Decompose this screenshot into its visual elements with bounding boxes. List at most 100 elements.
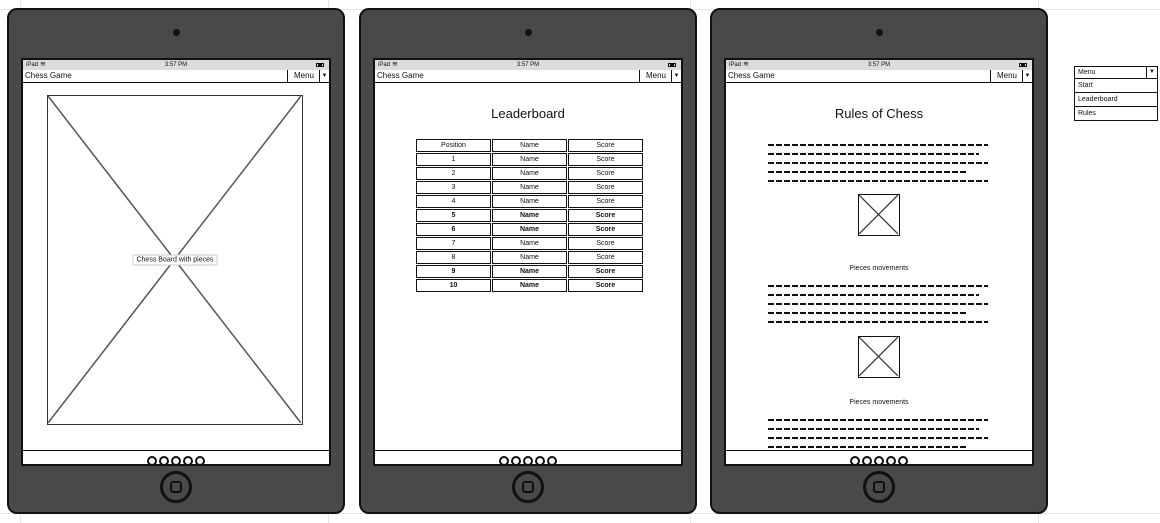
status-time: 3:57 PM	[164, 62, 188, 68]
chess-board-placeholder[interactable]: Chess Board with pieces	[47, 95, 303, 425]
camera-dot	[875, 29, 883, 36]
battery-icon	[668, 63, 676, 67]
placeholder-cross	[859, 337, 898, 376]
position-cell: 9	[416, 265, 491, 278]
table-row: 2 Name Score	[416, 167, 643, 180]
table-row: 3 Name Score	[416, 181, 643, 194]
github-icon[interactable]	[511, 456, 521, 464]
home-button-inner	[522, 481, 534, 493]
position-cell: 1	[416, 153, 491, 166]
status-bar: iPad ≋ 3:57 PM	[375, 60, 681, 70]
github-icon[interactable]	[523, 456, 533, 464]
github-icon[interactable]	[874, 456, 884, 464]
menu-item-leaderboard[interactable]: Leaderboard	[1075, 92, 1157, 106]
dropdown-header[interactable]: Menu ▼	[1074, 66, 1158, 79]
battery-icon	[1019, 63, 1027, 67]
github-icon[interactable]	[147, 456, 157, 464]
app-bar: Chess Game Menu ▼	[726, 70, 1032, 83]
battery-icon	[316, 63, 324, 67]
app-title: Chess Game	[377, 71, 424, 80]
home-button[interactable]	[512, 471, 544, 503]
github-icon[interactable]	[195, 456, 205, 464]
app-bar: Chess Game Menu ▼	[375, 70, 681, 83]
table-row: 1 Name Score	[416, 153, 643, 166]
dropdown-list: Start Leaderboard Rules	[1074, 79, 1158, 121]
name-cell: Name	[492, 153, 567, 166]
github-icon[interactable]	[171, 456, 181, 464]
caption: Pieces movements	[849, 399, 909, 406]
score-cell: Score	[568, 167, 643, 180]
home-button[interactable]	[160, 471, 192, 503]
image-placeholder	[858, 194, 900, 236]
footer-icons	[146, 452, 206, 464]
chevron-down-icon[interactable]: ▼	[1146, 67, 1157, 78]
score-cell: Score	[568, 195, 643, 208]
name-cell: Name	[492, 167, 567, 180]
score-cell: Score	[568, 153, 643, 166]
chevron-down-icon[interactable]: ▼	[1022, 70, 1032, 82]
github-icon[interactable]	[499, 456, 509, 464]
page-title: Rules of Chess	[834, 106, 924, 121]
position-cell: 8	[416, 251, 491, 264]
footer	[375, 450, 681, 464]
column-header: Score	[568, 139, 643, 152]
table-row: 9 Name Score	[416, 265, 643, 278]
github-icon[interactable]	[183, 456, 193, 464]
name-cell: Name	[492, 181, 567, 194]
table-row: 10 Name Score	[416, 279, 643, 292]
menu-item-start[interactable]: Start	[1075, 79, 1157, 92]
name-cell: Name	[492, 279, 567, 292]
position-cell: 5	[416, 209, 491, 222]
image-placeholder	[858, 336, 900, 378]
score-cell: Score	[568, 209, 643, 222]
menu-select-label: Menu	[293, 71, 314, 80]
menu-dropdown: Menu ▼ Start Leaderboard Rules	[1074, 66, 1158, 121]
footer-icons	[849, 452, 909, 464]
github-icon[interactable]	[159, 456, 169, 464]
tablet-frame-rules: iPad ≋ 3:57 PM Chess Game Menu ▼ Rules o…	[710, 8, 1048, 514]
footer	[23, 450, 329, 464]
score-cell: Score	[568, 251, 643, 264]
menu-item-rules[interactable]: Rules	[1075, 106, 1157, 120]
footer	[726, 450, 1032, 464]
github-icon[interactable]	[862, 456, 872, 464]
placeholder-cross	[859, 195, 898, 234]
screen-rules: iPad ≋ 3:57 PM Chess Game Menu ▼ Rules o…	[724, 58, 1034, 466]
chevron-down-icon[interactable]: ▼	[319, 70, 329, 82]
github-icon[interactable]	[850, 456, 860, 464]
github-icon[interactable]	[898, 456, 908, 464]
menu-select[interactable]: Menu ▼	[639, 70, 681, 82]
table-row: 7 Name Score	[416, 237, 643, 250]
table-row: 8 Name Score	[416, 251, 643, 264]
chess-board-label: Chess Board with pieces	[132, 254, 218, 266]
status-bar: iPad ≋ 3:57 PM	[726, 60, 1032, 70]
screen-leaderboard: iPad ≋ 3:57 PM Chess Game Menu ▼ Leaderb…	[373, 58, 683, 466]
page-title: Leaderboard	[491, 106, 565, 121]
github-icon[interactable]	[535, 456, 545, 464]
position-cell: 4	[416, 195, 491, 208]
position-cell: 2	[416, 167, 491, 180]
tablet-frame-game: iPad ≋ 3:57 PM Chess Game Menu ▼ Chess B…	[7, 8, 345, 514]
score-cell: Score	[568, 223, 643, 236]
dropdown-label: Menu	[1078, 69, 1096, 76]
name-cell: Name	[492, 195, 567, 208]
name-cell: Name	[492, 209, 567, 222]
position-cell: 6	[416, 223, 491, 236]
menu-select-label: Menu	[996, 71, 1017, 80]
home-button[interactable]	[863, 471, 895, 503]
github-icon[interactable]	[547, 456, 557, 464]
app-title: Chess Game	[728, 71, 775, 80]
screen-game: iPad ≋ 3:57 PM Chess Game Menu ▼ Chess B…	[21, 58, 331, 466]
menu-select[interactable]: Menu ▼	[990, 70, 1032, 82]
chevron-down-icon[interactable]: ▼	[671, 70, 681, 82]
github-icon[interactable]	[886, 456, 896, 464]
camera-dot	[172, 29, 180, 36]
column-header: Position	[416, 139, 491, 152]
name-cell: Name	[492, 223, 567, 236]
menu-select[interactable]: Menu ▼	[287, 70, 329, 82]
home-button-inner	[170, 481, 182, 493]
table-row: 5 Name Score	[416, 209, 643, 222]
leaderboard-table: Position Name Score 1 Name Score 2 Name Score…	[415, 138, 644, 293]
position-cell: 3	[416, 181, 491, 194]
menu-select-label: Menu	[645, 71, 666, 80]
